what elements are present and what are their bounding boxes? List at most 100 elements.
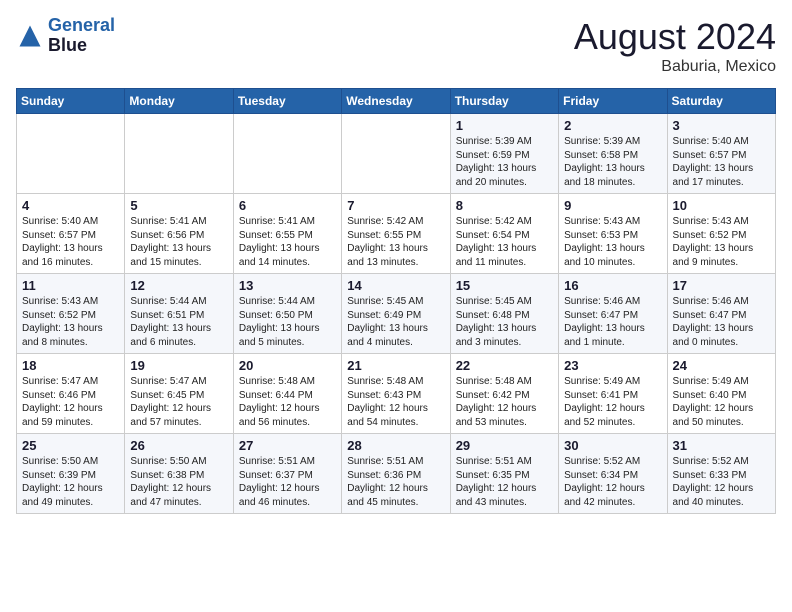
day-info: Sunrise: 5:48 AM Sunset: 6:44 PM Dayligh… bbox=[239, 375, 336, 429]
calendar-week-row: 4 Sunrise: 5:40 AM Sunset: 6:57 PM Daylig… bbox=[17, 194, 776, 274]
day-info: Sunrise: 5:51 AM Sunset: 6:37 PM Dayligh… bbox=[239, 455, 336, 509]
calendar-week-row: 11 Sunrise: 5:43 AM Sunset: 6:52 PM Dayli… bbox=[17, 274, 776, 354]
calendar-cell: 30 Sunrise: 5:52 AM Sunset: 6:34 PM Dayli… bbox=[559, 434, 667, 514]
day-info: Sunrise: 5:51 AM Sunset: 6:35 PM Dayligh… bbox=[456, 455, 553, 509]
logo-icon bbox=[16, 22, 44, 50]
day-info: Sunrise: 5:42 AM Sunset: 6:54 PM Dayligh… bbox=[456, 215, 553, 269]
day-info: Sunrise: 5:40 AM Sunset: 6:57 PM Dayligh… bbox=[673, 135, 770, 189]
calendar-cell bbox=[342, 114, 450, 194]
calendar-cell: 16 Sunrise: 5:46 AM Sunset: 6:47 PM Dayli… bbox=[559, 274, 667, 354]
logo-text: General Blue bbox=[48, 16, 115, 56]
calendar-cell: 12Sunrise: 5:44 AM Sunset: 6:51 PM Dayli… bbox=[125, 274, 233, 354]
day-info: Sunrise: 5:49 AM Sunset: 6:40 PM Dayligh… bbox=[673, 375, 770, 429]
calendar-cell: 29Sunrise: 5:51 AM Sunset: 6:35 PM Dayli… bbox=[450, 434, 558, 514]
calendar-cell: 27 Sunrise: 5:51 AM Sunset: 6:37 PM Dayli… bbox=[233, 434, 341, 514]
calendar-cell: 13 Sunrise: 5:44 AM Sunset: 6:50 PM Dayli… bbox=[233, 274, 341, 354]
calendar-cell: 8 Sunrise: 5:42 AM Sunset: 6:54 PM Daylig… bbox=[450, 194, 558, 274]
calendar-week-row: 25 Sunrise: 5:50 AM Sunset: 6:39 PM Dayli… bbox=[17, 434, 776, 514]
calendar-cell: 28 Sunrise: 5:51 AM Sunset: 6:36 PM Dayli… bbox=[342, 434, 450, 514]
logo-line1: General bbox=[48, 15, 115, 35]
day-info: Sunrise: 5:44 AM Sunset: 6:50 PM Dayligh… bbox=[239, 295, 336, 349]
day-number: 28 bbox=[347, 438, 444, 453]
calendar-cell: 31 Sunrise: 5:52 AM Sunset: 6:33 PM Dayli… bbox=[667, 434, 775, 514]
col-header-tuesday: Tuesday bbox=[233, 89, 341, 114]
day-number: 12 bbox=[130, 278, 227, 293]
day-info: Sunrise: 5:52 AM Sunset: 6:34 PM Dayligh… bbox=[564, 455, 661, 509]
day-info: Sunrise: 5:41 AM Sunset: 6:56 PM Dayligh… bbox=[130, 215, 227, 269]
day-number: 24 bbox=[673, 358, 770, 373]
col-header-friday: Friday bbox=[559, 89, 667, 114]
day-info: Sunrise: 5:41 AM Sunset: 6:55 PM Dayligh… bbox=[239, 215, 336, 269]
title-block: August 2024 Baburia, Mexico bbox=[574, 16, 776, 76]
calendar-cell: 14Sunrise: 5:45 AM Sunset: 6:49 PM Dayli… bbox=[342, 274, 450, 354]
day-info: Sunrise: 5:48 AM Sunset: 6:42 PM Dayligh… bbox=[456, 375, 553, 429]
day-number: 14 bbox=[347, 278, 444, 293]
day-info: Sunrise: 5:50 AM Sunset: 6:38 PM Dayligh… bbox=[130, 455, 227, 509]
day-info: Sunrise: 5:47 AM Sunset: 6:45 PM Dayligh… bbox=[130, 375, 227, 429]
day-number: 26 bbox=[130, 438, 227, 453]
calendar-cell: 17 Sunrise: 5:46 AM Sunset: 6:47 PM Dayli… bbox=[667, 274, 775, 354]
day-info: Sunrise: 5:50 AM Sunset: 6:39 PM Dayligh… bbox=[22, 455, 119, 509]
day-number: 25 bbox=[22, 438, 119, 453]
day-number: 1 bbox=[456, 118, 553, 133]
day-info: Sunrise: 5:39 AM Sunset: 6:58 PM Dayligh… bbox=[564, 135, 661, 189]
calendar-cell: 24 Sunrise: 5:49 AM Sunset: 6:40 PM Dayli… bbox=[667, 354, 775, 434]
day-number: 7 bbox=[347, 198, 444, 213]
calendar-cell: 19 Sunrise: 5:47 AM Sunset: 6:45 PM Dayli… bbox=[125, 354, 233, 434]
day-number: 11 bbox=[22, 278, 119, 293]
day-number: 31 bbox=[673, 438, 770, 453]
day-number: 6 bbox=[239, 198, 336, 213]
day-number: 2 bbox=[564, 118, 661, 133]
day-info: Sunrise: 5:40 AM Sunset: 6:57 PM Dayligh… bbox=[22, 215, 119, 269]
calendar-cell: 6 Sunrise: 5:41 AM Sunset: 6:55 PM Daylig… bbox=[233, 194, 341, 274]
calendar-cell: 10Sunrise: 5:43 AM Sunset: 6:52 PM Dayli… bbox=[667, 194, 775, 274]
day-info: Sunrise: 5:46 AM Sunset: 6:47 PM Dayligh… bbox=[673, 295, 770, 349]
calendar-cell: 5 Sunrise: 5:41 AM Sunset: 6:56 PM Daylig… bbox=[125, 194, 233, 274]
calendar-cell: 26 Sunrise: 5:50 AM Sunset: 6:38 PM Dayli… bbox=[125, 434, 233, 514]
day-info: Sunrise: 5:46 AM Sunset: 6:47 PM Dayligh… bbox=[564, 295, 661, 349]
day-number: 20 bbox=[239, 358, 336, 373]
day-info: Sunrise: 5:47 AM Sunset: 6:46 PM Dayligh… bbox=[22, 375, 119, 429]
day-info: Sunrise: 5:51 AM Sunset: 6:36 PM Dayligh… bbox=[347, 455, 444, 509]
location-subtitle: Baburia, Mexico bbox=[574, 58, 776, 76]
day-info: Sunrise: 5:43 AM Sunset: 6:52 PM Dayligh… bbox=[22, 295, 119, 349]
day-number: 5 bbox=[130, 198, 227, 213]
calendar-cell: 11 Sunrise: 5:43 AM Sunset: 6:52 PM Dayli… bbox=[17, 274, 125, 354]
day-number: 13 bbox=[239, 278, 336, 293]
calendar-cell: 1Sunrise: 5:39 AM Sunset: 6:59 PM Daylig… bbox=[450, 114, 558, 194]
day-number: 27 bbox=[239, 438, 336, 453]
day-number: 16 bbox=[564, 278, 661, 293]
calendar-cell: 23 Sunrise: 5:49 AM Sunset: 6:41 PM Dayli… bbox=[559, 354, 667, 434]
day-number: 8 bbox=[456, 198, 553, 213]
logo: General Blue bbox=[16, 16, 115, 56]
day-info: Sunrise: 5:52 AM Sunset: 6:33 PM Dayligh… bbox=[673, 455, 770, 509]
day-number: 4 bbox=[22, 198, 119, 213]
day-number: 30 bbox=[564, 438, 661, 453]
day-info: Sunrise: 5:43 AM Sunset: 6:52 PM Dayligh… bbox=[673, 215, 770, 269]
page-header: General Blue August 2024 Baburia, Mexico bbox=[16, 16, 776, 76]
calendar-cell: 7 Sunrise: 5:42 AM Sunset: 6:55 PM Daylig… bbox=[342, 194, 450, 274]
day-info: Sunrise: 5:42 AM Sunset: 6:55 PM Dayligh… bbox=[347, 215, 444, 269]
calendar-cell: 2 Sunrise: 5:39 AM Sunset: 6:58 PM Daylig… bbox=[559, 114, 667, 194]
day-number: 23 bbox=[564, 358, 661, 373]
calendar-cell: 25 Sunrise: 5:50 AM Sunset: 6:39 PM Dayli… bbox=[17, 434, 125, 514]
day-info: Sunrise: 5:49 AM Sunset: 6:41 PM Dayligh… bbox=[564, 375, 661, 429]
day-number: 18 bbox=[22, 358, 119, 373]
calendar-cell: 15Sunrise: 5:45 AM Sunset: 6:48 PM Dayli… bbox=[450, 274, 558, 354]
calendar-cell: 21Sunrise: 5:48 AM Sunset: 6:43 PM Dayli… bbox=[342, 354, 450, 434]
col-header-monday: Monday bbox=[125, 89, 233, 114]
col-header-thursday: Thursday bbox=[450, 89, 558, 114]
calendar-cell bbox=[233, 114, 341, 194]
calendar-cell bbox=[125, 114, 233, 194]
calendar-cell: 9Sunrise: 5:43 AM Sunset: 6:53 PM Daylig… bbox=[559, 194, 667, 274]
col-header-wednesday: Wednesday bbox=[342, 89, 450, 114]
month-year-title: August 2024 bbox=[574, 16, 776, 58]
calendar-cell: 20 Sunrise: 5:48 AM Sunset: 6:44 PM Dayli… bbox=[233, 354, 341, 434]
calendar-week-row: 18 Sunrise: 5:47 AM Sunset: 6:46 PM Dayli… bbox=[17, 354, 776, 434]
day-number: 17 bbox=[673, 278, 770, 293]
day-number: 21 bbox=[347, 358, 444, 373]
day-number: 19 bbox=[130, 358, 227, 373]
calendar-table: SundayMondayTuesdayWednesdayThursdayFrid… bbox=[16, 88, 776, 514]
calendar-week-row: 1Sunrise: 5:39 AM Sunset: 6:59 PM Daylig… bbox=[17, 114, 776, 194]
calendar-cell: 3Sunrise: 5:40 AM Sunset: 6:57 PM Daylig… bbox=[667, 114, 775, 194]
